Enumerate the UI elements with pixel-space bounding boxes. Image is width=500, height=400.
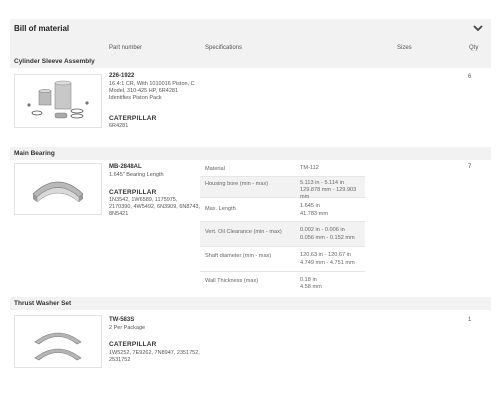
cylinder-sleeve-image[interactable] xyxy=(14,74,102,128)
page-title: Bill of material xyxy=(14,24,70,33)
thrust-washer-image[interactable] xyxy=(14,315,102,368)
section-header-cylinder-sleeve: Cylinder Sleeve Assembly xyxy=(10,55,491,68)
spec-label: Wall Thickness (max) xyxy=(205,278,259,284)
spec-value: 5.113 in - 5.114 in xyxy=(300,180,344,186)
reference-numbers: 2170390, 4W5492, 6N3909, 6N8743, xyxy=(109,204,201,210)
quantity-value: 1 xyxy=(468,317,472,323)
spec-value: 0.056 mm - 0.152 mm xyxy=(300,235,355,241)
cylinder-sleeve-illustration xyxy=(27,80,89,119)
thrust-washer-illustration xyxy=(34,332,82,361)
section-title: Main Bearing xyxy=(14,150,55,157)
part-description-line: 1.645" Bearing Length xyxy=(109,172,164,178)
bill-of-material-header[interactable]: Bill of material xyxy=(10,19,491,41)
spec-row-shaft-diameter: Shaft diameter (min - max) 120.63 in - 1… xyxy=(200,247,365,272)
reference-numbers: 2531752 xyxy=(109,357,131,363)
spec-value: 0.18 in xyxy=(300,277,317,283)
quantity-value: 7 xyxy=(468,164,472,170)
column-qty: Qty xyxy=(469,45,479,51)
main-bearing-illustration xyxy=(32,181,84,203)
brand-name: CATERPILLAR xyxy=(109,341,157,348)
spec-value: TM-112 xyxy=(300,165,319,171)
section-header-thrust-washer: Thrust Washer Set xyxy=(10,297,491,310)
spec-row-housing-bore: Housing bore (min - max) 5.113 in - 5.11… xyxy=(200,177,365,200)
spec-value: 4.58 mm xyxy=(300,284,322,290)
part-description-line: Model, 310-425 HP, 6R4281 xyxy=(109,88,179,94)
part-description-line: 16.4:1 CR, With 1010016 Piston, C xyxy=(109,81,195,87)
spec-row-oil-clearance: Vert. Oil Clearance (min - max) 0.002 in… xyxy=(200,222,365,247)
section-title: Cylinder Sleeve Assembly xyxy=(14,58,95,65)
spec-label: Max. Length xyxy=(205,206,236,212)
part-number[interactable]: MB-2848AL xyxy=(109,164,142,170)
chevron-down-icon[interactable] xyxy=(471,21,485,35)
section-title: Thrust Washer Set xyxy=(14,300,72,307)
spec-value: 4.749 mm - 4.751 mm xyxy=(300,260,355,266)
spec-value: 0.002 in - 0.006 in xyxy=(300,227,345,233)
spec-label: Material xyxy=(205,166,225,172)
spec-label: Vert. Oil Clearance (min - max) xyxy=(205,229,282,235)
column-part-number: Part number xyxy=(109,45,143,51)
reference-numbers: 1N3542, 1W6589, 1175975, xyxy=(109,197,178,203)
reference-numbers: 1W5252, 7E9262, 7N8947, 2351752, xyxy=(109,350,200,356)
reference-numbers: 8N5421 xyxy=(109,211,129,217)
part-description-line: 2 Per Package xyxy=(109,325,146,331)
spec-row-wall-thickness: Wall Thickness (max) 0.18 in 4.58 mm xyxy=(200,272,365,296)
spec-value: 120.63 in - 120.67 in xyxy=(300,252,352,258)
spec-value: 41.783 mm xyxy=(300,211,328,217)
brand-name: CATERPILLAR xyxy=(109,115,157,122)
spec-row-max-length: Max. Length 1.645 in 41.783 mm xyxy=(200,198,365,222)
part-number[interactable]: TW-583S xyxy=(109,317,134,323)
part-number[interactable]: 226-1922 xyxy=(109,73,134,79)
main-bearing-image[interactable] xyxy=(14,163,102,215)
section-header-main-bearing: Main Bearing xyxy=(10,147,491,160)
column-sizes: Sizes xyxy=(397,45,412,51)
brand-name: CATERPILLAR xyxy=(109,189,157,196)
spec-value: 1.645 in xyxy=(300,203,320,209)
reference-numbers: 6R4281 xyxy=(109,123,129,129)
quantity-value: 6 xyxy=(468,74,472,80)
part-description-line: Identifies Piston Pack xyxy=(109,95,162,101)
spec-label: Shaft diameter (min - max) xyxy=(205,253,272,259)
spec-label: Housing bore (min - max) xyxy=(205,181,269,187)
column-specifications: Specifications xyxy=(205,45,243,51)
spec-row-material: Material TM-112 xyxy=(200,161,365,177)
